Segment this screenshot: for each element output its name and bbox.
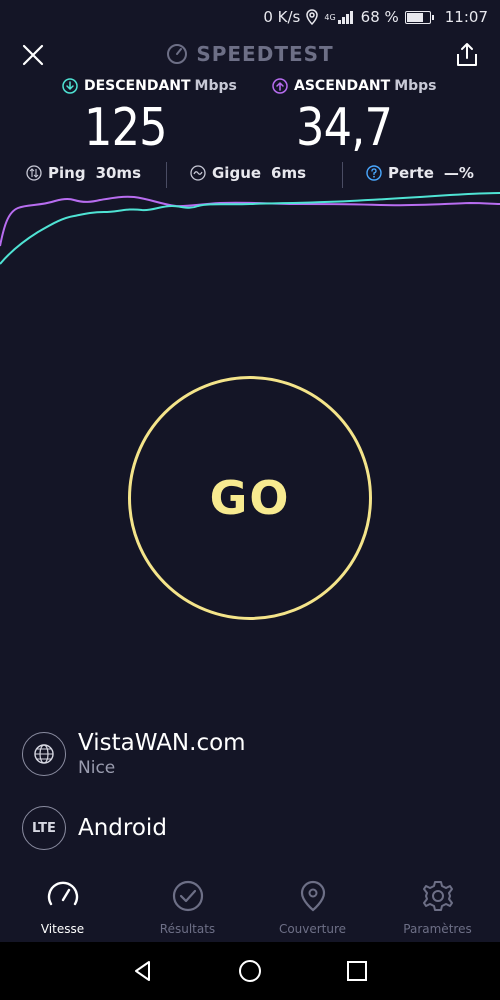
upload-arrow-icon: [272, 78, 288, 94]
bottom-nav: Vitesse Résultats Couverture Paramètres: [0, 870, 500, 942]
connection-name: Android: [78, 815, 167, 841]
speedometer-icon: [45, 878, 81, 914]
brand-name: SPEEDTEST: [196, 42, 334, 66]
jitter-value: 6ms: [271, 164, 307, 182]
speed-labels: DESCENDANT Mbps ASCENDANT Mbps: [0, 78, 500, 100]
download-arrow-icon: [62, 78, 78, 94]
loss-label: Perte: [388, 164, 434, 182]
ping-label: Ping: [48, 164, 86, 182]
home-button[interactable]: [235, 956, 265, 986]
nav-item-speed[interactable]: Vitesse: [0, 870, 125, 942]
metrics-divider: [342, 162, 343, 188]
nav-label-coverage: Couverture: [278, 922, 347, 936]
download-value: 125: [84, 98, 168, 158]
status-bar: 0 K/s 4G 68 % 11:07: [0, 0, 500, 34]
connection-info[interactable]: LTE Android: [22, 806, 167, 850]
nav-label-speed: Vitesse: [40, 922, 85, 936]
download-label-text: DESCENDANT: [84, 78, 191, 94]
check-circle-icon: [170, 878, 206, 914]
signal-icon: 4G: [324, 10, 354, 24]
jitter-icon: [190, 165, 206, 181]
share-icon: [457, 43, 477, 66]
upload-label-text: ASCENDANT: [294, 78, 391, 94]
map-pin-icon: [295, 878, 331, 914]
upload-unit: Mbps: [394, 78, 437, 94]
server-info[interactable]: VistaWAN.com Nice: [22, 730, 246, 778]
share-button[interactable]: [452, 40, 482, 70]
nav-label-settings: Paramètres: [403, 922, 472, 936]
download-graph-line: [0, 192, 500, 265]
system-nav-bar: [0, 942, 500, 1000]
back-icon: [135, 961, 151, 981]
help-icon: [366, 165, 382, 181]
metrics-divider: [166, 162, 167, 188]
network-type: 4G: [324, 12, 336, 22]
home-icon: [238, 960, 261, 982]
speedtest-logo-icon: [167, 44, 188, 64]
server-name: VistaWAN.com: [78, 730, 246, 756]
recents-icon: [346, 961, 367, 981]
server-city: Nice: [78, 758, 116, 778]
speed-graph: [0, 192, 500, 265]
battery-percent: 68 %: [360, 8, 399, 26]
location-icon: [306, 9, 319, 25]
clock: 11:07: [444, 8, 488, 26]
ping-metric: Ping 30ms: [26, 164, 141, 182]
recents-button[interactable]: [342, 956, 372, 986]
go-button[interactable]: GO: [128, 376, 372, 620]
server-text: VistaWAN.com Nice: [78, 730, 246, 778]
jitter-label: Gigue: [212, 164, 262, 182]
download-label: DESCENDANT Mbps: [62, 78, 237, 94]
upload-label: ASCENDANT Mbps: [272, 78, 437, 94]
battery-icon: [404, 10, 434, 24]
brand-logo: SPEEDTEST: [0, 42, 500, 66]
back-button[interactable]: [128, 956, 158, 986]
nav-item-coverage[interactable]: Couverture: [250, 870, 375, 942]
loss-metric[interactable]: Perte —%: [366, 164, 474, 182]
loss-value: —%: [443, 164, 474, 182]
globe-icon: [22, 732, 66, 776]
nav-label-results: Résultats: [159, 922, 216, 936]
go-label: GO: [209, 471, 291, 525]
nav-item-results[interactable]: Résultats: [125, 870, 250, 942]
ping-icon: [26, 165, 42, 181]
lte-icon: LTE: [22, 806, 66, 850]
connection-text: Android: [78, 815, 167, 841]
ping-value: 30ms: [95, 164, 141, 182]
lte-badge: LTE: [32, 820, 56, 836]
download-unit: Mbps: [194, 78, 237, 94]
gear-icon: [420, 878, 456, 914]
header: SPEEDTEST: [0, 38, 500, 74]
network-speed: 0 K/s: [263, 8, 301, 26]
nav-item-settings[interactable]: Paramètres: [375, 870, 500, 942]
jitter-metric: Gigue 6ms: [190, 164, 306, 182]
upload-value: 34,7: [296, 98, 393, 158]
